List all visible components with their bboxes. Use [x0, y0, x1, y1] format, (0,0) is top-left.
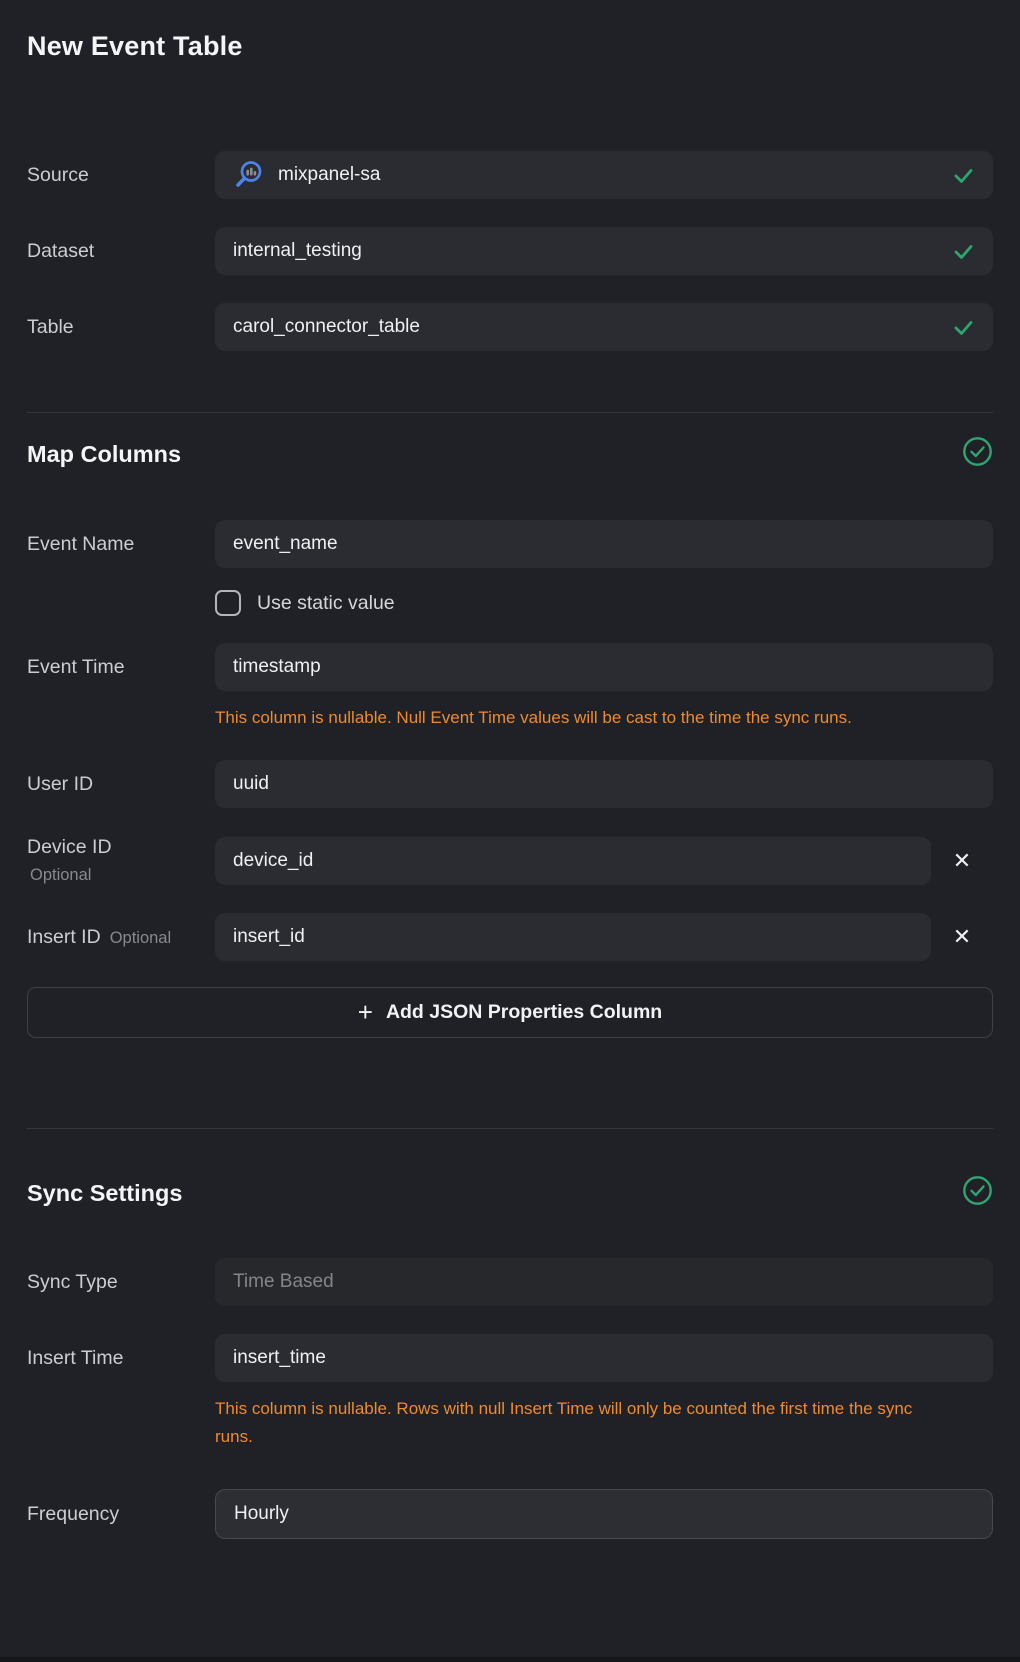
source-value: mixpanel-sa — [278, 164, 380, 186]
table-value: carol_connector_table — [233, 316, 420, 338]
add-json-properties-column-label: Add JSON Properties Column — [386, 1001, 662, 1024]
map-columns-section: Map Columns Event Name event_name Use st… — [27, 438, 993, 1038]
event-time-field[interactable]: timestamp — [215, 643, 993, 691]
source-field[interactable]: mixpanel-sa — [215, 151, 993, 199]
device-id-label-block: Device ID Optional — [27, 836, 215, 885]
device-id-optional-label: Optional — [30, 866, 215, 885]
user-id-value: uuid — [233, 773, 269, 795]
insert-time-row: Insert Time insert_time — [27, 1334, 993, 1382]
frequency-row: Frequency Hourly — [27, 1489, 993, 1539]
page-title: New Event Table — [27, 30, 993, 63]
sync-type-row: Sync Type Time Based — [27, 1258, 993, 1306]
plus-icon: + — [358, 999, 373, 1025]
table-field[interactable]: carol_connector_table — [215, 303, 993, 351]
table-label: Table — [27, 316, 215, 339]
table-valid-check-icon — [952, 316, 975, 339]
source-label: Source — [27, 164, 215, 187]
user-id-field[interactable]: uuid — [215, 760, 993, 808]
dataset-value: internal_testing — [233, 240, 362, 262]
insert-id-field[interactable]: insert_id — [215, 913, 931, 961]
insert-time-value: insert_time — [233, 1347, 326, 1369]
close-icon: ✕ — [953, 924, 971, 950]
insert-id-remove-button[interactable]: ✕ — [931, 913, 993, 961]
device-id-value: device_id — [233, 850, 313, 872]
sync-settings-complete-icon — [962, 1175, 993, 1211]
insert-id-value: insert_id — [233, 926, 305, 948]
close-icon: ✕ — [953, 848, 971, 874]
bottom-edge-strip — [0, 1657, 1020, 1662]
sync-settings-section: Sync Settings Sync Type Time Based Inser… — [27, 1177, 993, 1539]
section-divider — [27, 1128, 993, 1129]
device-id-row: Device ID Optional device_id ✕ — [27, 836, 993, 885]
new-event-table-form: New Event Table Source mixpanel-sa — [0, 30, 1020, 1539]
event-name-row: Event Name event_name — [27, 520, 993, 568]
frequency-field[interactable]: Hourly — [215, 1489, 993, 1539]
event-time-value: timestamp — [233, 656, 321, 678]
dataset-row: Dataset internal_testing — [27, 227, 993, 275]
event-time-warning-row: This column is nullable. Null Event Time… — [27, 691, 993, 732]
mixpanel-logo-icon — [233, 160, 263, 190]
dataset-field[interactable]: internal_testing — [215, 227, 993, 275]
map-columns-complete-icon — [962, 436, 993, 472]
device-id-field[interactable]: device_id — [215, 837, 931, 885]
event-time-label: Event Time — [27, 656, 215, 679]
insert-time-warning-row: This column is nullable. Rows with null … — [27, 1382, 993, 1451]
event-name-field[interactable]: event_name — [215, 520, 993, 568]
insert-id-label-block: Insert ID Optional — [27, 926, 215, 949]
sync-type-label: Sync Type — [27, 1271, 215, 1294]
event-time-nullable-warning: This column is nullable. Null Event Time… — [215, 704, 920, 732]
insert-id-label: Insert ID — [27, 926, 101, 948]
section-divider — [27, 412, 993, 413]
event-name-label: Event Name — [27, 533, 215, 556]
insert-time-nullable-warning: This column is nullable. Rows with null … — [215, 1395, 920, 1451]
use-static-value-row: Use static value — [27, 590, 993, 616]
event-name-value: event_name — [233, 533, 338, 555]
insert-id-row: Insert ID Optional insert_id ✕ — [27, 913, 993, 961]
table-row: Table carol_connector_table — [27, 303, 993, 351]
use-static-value-label: Use static value — [257, 592, 395, 615]
dataset-label: Dataset — [27, 240, 215, 263]
add-json-properties-column-button[interactable]: + Add JSON Properties Column — [27, 987, 993, 1038]
sync-type-field: Time Based — [215, 1258, 993, 1306]
insert-time-label: Insert Time — [27, 1347, 215, 1370]
map-columns-heading: Map Columns — [27, 441, 181, 468]
frequency-value: Hourly — [234, 1503, 289, 1525]
sync-type-value: Time Based — [233, 1271, 334, 1293]
connection-section: Source mixpanel-sa Dataset — [27, 151, 993, 351]
sync-settings-heading: Sync Settings — [27, 1180, 182, 1207]
use-static-value-checkbox[interactable] — [215, 590, 241, 616]
event-time-row: Event Time timestamp — [27, 643, 993, 691]
dataset-valid-check-icon — [952, 240, 975, 263]
source-row: Source mixpanel-sa — [27, 151, 993, 199]
user-id-label: User ID — [27, 773, 215, 796]
source-valid-check-icon — [952, 164, 975, 187]
device-id-remove-button[interactable]: ✕ — [931, 837, 993, 885]
insert-id-optional-label: Optional — [110, 929, 171, 947]
device-id-label: Device ID — [27, 836, 215, 859]
user-id-row: User ID uuid — [27, 760, 993, 808]
frequency-label: Frequency — [27, 1503, 215, 1526]
insert-time-field[interactable]: insert_time — [215, 1334, 993, 1382]
